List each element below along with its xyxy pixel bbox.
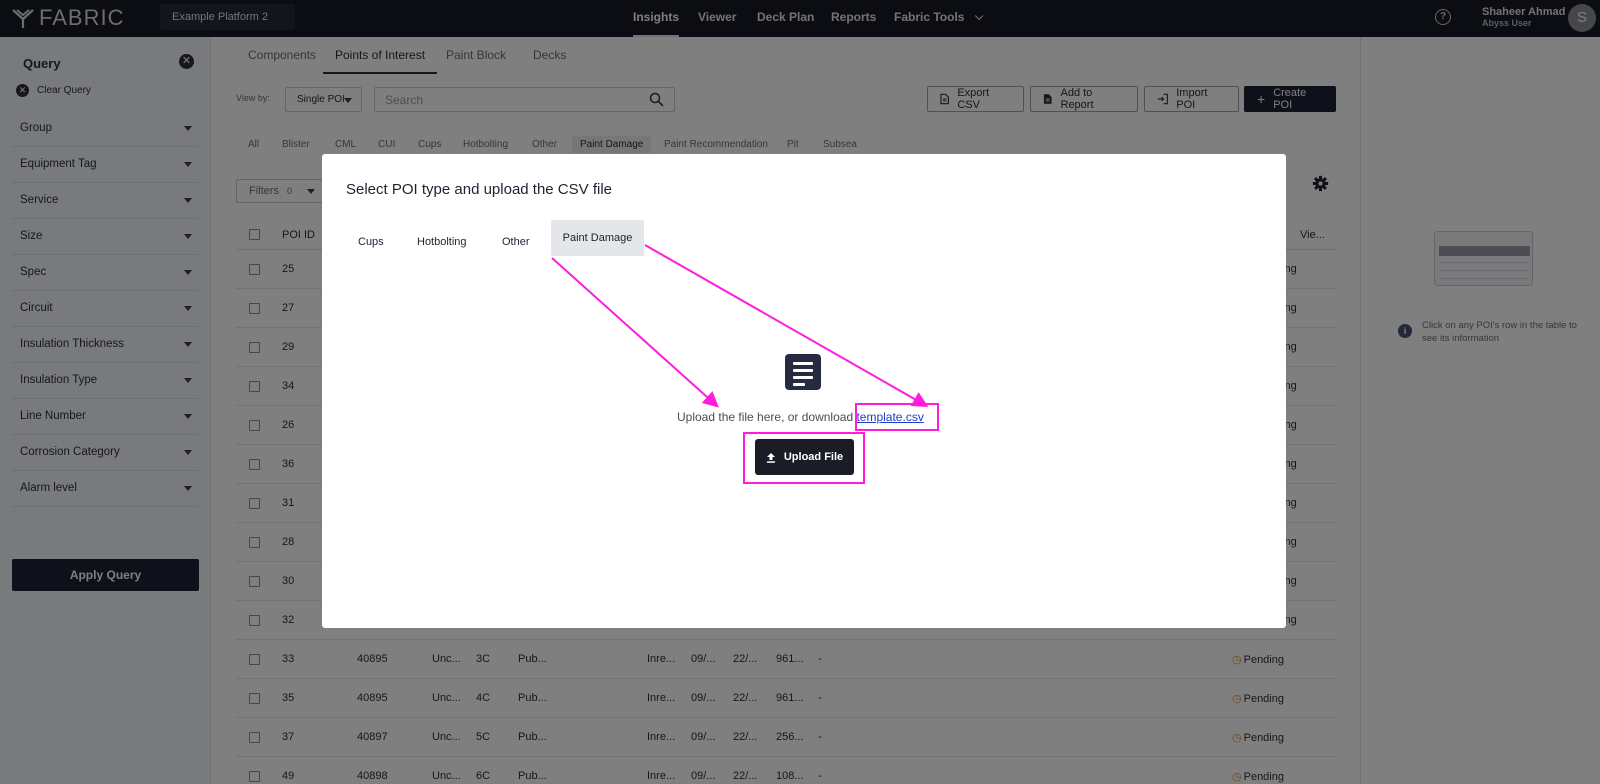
annotation-arrows <box>551 244 929 408</box>
arrow-to-template <box>644 244 929 407</box>
arrow-to-upload <box>551 257 719 408</box>
